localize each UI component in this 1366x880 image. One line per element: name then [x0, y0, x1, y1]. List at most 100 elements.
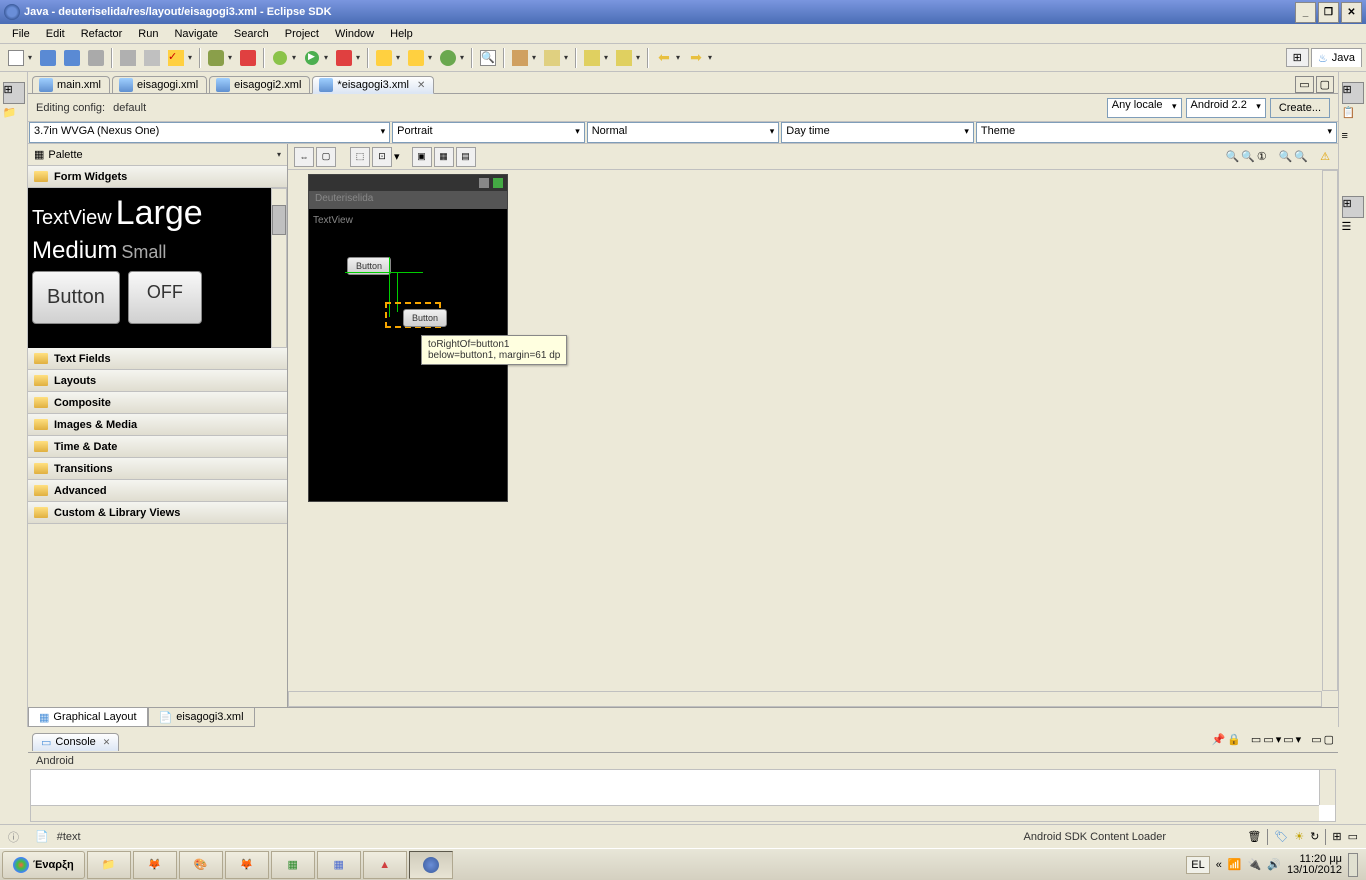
toggle-states-button[interactable]: ▢ — [316, 147, 336, 167]
task-explorer[interactable]: 📁 — [87, 851, 131, 879]
device-combo[interactable]: 3.7in WVGA (Nexus One) — [29, 122, 390, 143]
palette-cat-custom[interactable]: Custom & Library Views — [28, 502, 287, 524]
open-console-button[interactable]: ▭ — [1251, 733, 1261, 746]
menu-window[interactable]: Window — [327, 26, 382, 42]
status-action-icon[interactable]: 🗑 — [1247, 830, 1261, 843]
palette-menu-icon[interactable]: ▾ — [277, 150, 281, 159]
palette-cat-images-media[interactable]: Images & Media — [28, 414, 287, 436]
console-tab[interactable]: ▭ Console ✕ — [32, 733, 119, 751]
canvas-viewport[interactable]: Deuteriselida TextView Button Button toR… — [288, 170, 1338, 707]
tray-power-icon[interactable]: 🔌 — [1248, 858, 1262, 871]
tray-volume-icon[interactable]: 🔊 — [1267, 858, 1281, 871]
save-all-button[interactable] — [61, 47, 83, 69]
search-button[interactable]: 🔍 — [477, 47, 499, 69]
scroll-lock-button[interactable]: ▭ — [1283, 733, 1293, 746]
min-console-button[interactable]: ▭ — [1311, 733, 1321, 746]
package-explorer-icon[interactable]: 📁 — [3, 106, 25, 128]
palette-cat-transitions[interactable]: Transitions — [28, 458, 287, 480]
menu-navigate[interactable]: Navigate — [166, 26, 225, 42]
editor-tab-eisagogi[interactable]: eisagogi.xml — [112, 76, 207, 93]
nav-forward-button[interactable]: ➡ — [685, 47, 707, 69]
console-body[interactable] — [30, 769, 1336, 822]
new-wizard-button[interactable] — [205, 47, 227, 69]
menu-project[interactable]: Project — [277, 26, 327, 42]
marker-icon[interactable]: 🏷 — [1274, 830, 1288, 843]
maximize-editor-icon[interactable]: ▢ — [1316, 76, 1334, 93]
save-button[interactable] — [37, 47, 59, 69]
new-package-button[interactable] — [405, 47, 427, 69]
zoom-100-icon[interactable]: ① — [1257, 150, 1267, 163]
task-excel[interactable]: ▦ — [271, 851, 315, 879]
clear-console-button[interactable]: ▭ — [1263, 733, 1273, 746]
properties-icon[interactable]: ☰ — [1342, 220, 1364, 242]
zoom-reset-icon[interactable]: 🔍 — [1241, 150, 1255, 163]
new-class-button[interactable] — [373, 47, 395, 69]
system-clock[interactable]: 11:20 μμ 13/10/2012 — [1287, 854, 1342, 876]
task-list-icon[interactable]: 📋 — [1342, 106, 1364, 128]
widget-small-text[interactable]: Small — [121, 242, 166, 263]
task-adobe[interactable]: ▲ — [363, 851, 407, 879]
task-word[interactable]: ▦ — [317, 851, 361, 879]
device-body[interactable]: TextView Button Button toRightOf=button1… — [309, 209, 507, 501]
outline-view-icon[interactable]: ≡ — [1342, 130, 1364, 152]
palette-cat-advanced[interactable]: Advanced — [28, 480, 287, 502]
progress-icon[interactable]: ⊞ — [1332, 830, 1341, 843]
minimize-button[interactable]: _ — [1295, 2, 1316, 23]
grid-button[interactable]: ▤ — [456, 147, 476, 167]
junit-button[interactable] — [237, 47, 259, 69]
annotation-next-button[interactable] — [613, 47, 635, 69]
xml-source-tab[interactable]: 📄 eisagogi3.xml — [148, 708, 255, 727]
toggle-breadcrumb-button[interactable] — [509, 47, 531, 69]
preview-textview[interactable]: TextView — [313, 215, 353, 226]
display-console-button[interactable]: 🔒 — [1227, 733, 1241, 746]
zoom-out-icon[interactable]: 🔍 — [1279, 150, 1293, 163]
close-icon[interactable]: ✕ — [417, 80, 425, 91]
palette-scrollbar[interactable] — [271, 188, 287, 348]
sdk-manager-button[interactable] — [117, 47, 139, 69]
menu-edit[interactable]: Edit — [38, 26, 73, 42]
language-indicator[interactable]: EL — [1186, 856, 1209, 874]
close-button[interactable]: ✕ — [1341, 2, 1362, 23]
open-perspective-button[interactable]: ⊞ — [1286, 48, 1309, 67]
palette-cat-time-date[interactable]: Time & Date — [28, 436, 287, 458]
menu-file[interactable]: File — [4, 26, 38, 42]
tray-chevron-icon[interactable]: « — [1216, 859, 1222, 871]
menu-help[interactable]: Help — [382, 26, 421, 42]
widget-textview[interactable]: TextView — [32, 207, 112, 230]
canvas-scrollbar-horizontal[interactable] — [288, 691, 1322, 707]
zoom-actual-button[interactable]: ▦ — [434, 147, 454, 167]
java-perspective-button[interactable]: ♨ Java — [1311, 48, 1362, 67]
editor-tab-main[interactable]: main.xml — [32, 76, 110, 93]
theme-combo[interactable]: Theme — [976, 122, 1337, 143]
console-scrollbar-vertical[interactable] — [1319, 770, 1335, 805]
platform-combo[interactable]: Android 2.2 — [1186, 98, 1266, 118]
select-button[interactable]: ⬚ — [350, 147, 370, 167]
show-desktop-button[interactable] — [1348, 853, 1358, 877]
editor-tab-eisagogi2[interactable]: eisagogi2.xml — [209, 76, 310, 93]
mode-combo[interactable]: Normal — [587, 122, 780, 143]
daynight-combo[interactable]: Day time — [781, 122, 974, 143]
nav-back-button[interactable]: ⬅ — [653, 47, 675, 69]
menu-refactor[interactable]: Refactor — [73, 26, 131, 42]
maximize-button[interactable]: ❐ — [1318, 2, 1339, 23]
widget-button[interactable]: Button — [32, 271, 120, 324]
editor-tab-eisagogi3[interactable]: *eisagogi3.xml ✕ — [312, 76, 434, 94]
restore-view-icon[interactable]: ⊞ — [3, 82, 25, 104]
task-eclipse[interactable] — [409, 851, 453, 879]
heap-icon[interactable]: ▭ — [1348, 830, 1358, 843]
widget-large-text[interactable]: Large — [116, 194, 203, 233]
palette-cat-composite[interactable]: Composite — [28, 392, 287, 414]
palette-cat-form-widgets[interactable]: Form Widgets — [28, 166, 287, 188]
palette-cat-text-fields[interactable]: Text Fields — [28, 348, 287, 370]
toggle-mark-button[interactable] — [541, 47, 563, 69]
minimize-editor-icon[interactable]: ▭ — [1295, 76, 1313, 93]
updates-icon[interactable]: ↻ — [1310, 830, 1319, 843]
debug-button[interactable] — [269, 47, 291, 69]
menu-search[interactable]: Search — [226, 26, 277, 42]
create-config-button[interactable]: Create... — [1270, 98, 1330, 118]
run-button[interactable] — [301, 47, 323, 69]
canvas-scrollbar-vertical[interactable] — [1322, 170, 1338, 691]
palette-cat-layouts[interactable]: Layouts — [28, 370, 287, 392]
open-type-button[interactable] — [437, 47, 459, 69]
toggle-clipping-button[interactable]: ⇔ — [294, 147, 314, 167]
